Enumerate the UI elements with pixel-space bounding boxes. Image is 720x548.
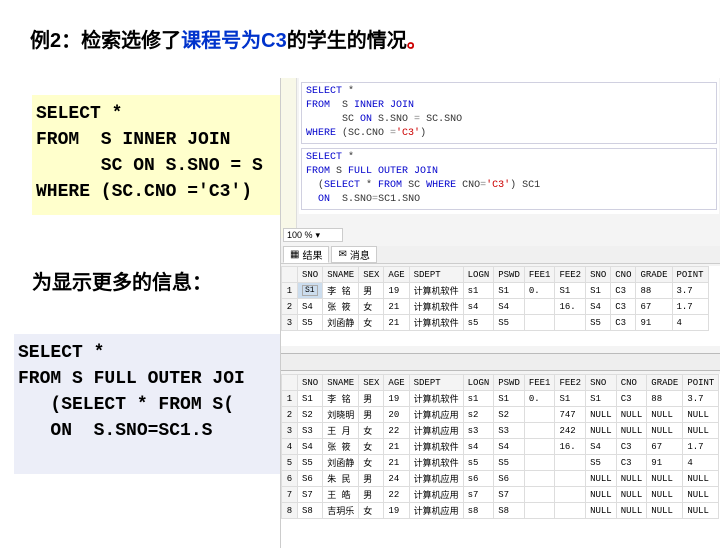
tab-messages[interactable]: ✉ 消息 (331, 246, 376, 263)
sql-ide-panel: SELECT * FROM S INNER JOIN SC ON S.SNO =… (280, 78, 720, 548)
table-row[interactable]: 8S8吉玥乐女19计算机应用s8S8NULLNULLNULLNULL (282, 503, 719, 519)
table-row[interactable]: 6S6朱 民男24计算机应用s6S6NULLNULLNULLNULL (282, 471, 719, 487)
col-header[interactable]: SNAME (323, 267, 359, 283)
col-header[interactable]: FEE1 (524, 375, 555, 391)
result-tabs: ▦ 结果 ✉ 消息 (281, 246, 720, 264)
grid-separator[interactable] (281, 353, 720, 371)
tab-label: 消息 (350, 247, 370, 262)
message-icon: ✉ (338, 249, 346, 260)
sql-statement-1[interactable]: SELECT * FROM S INNER JOIN SC ON S.SNO =… (301, 82, 717, 144)
col-header[interactable]: FEE2 (555, 375, 586, 391)
col-header[interactable]: GRADE (636, 267, 672, 283)
table-row[interactable]: 1S1李 铭男19计算机软件s1S10.S1S1C3883.7 (282, 391, 719, 407)
table-row[interactable]: 3S5刘函静女21计算机软件s5S5S5C3914 (282, 315, 709, 331)
col-header[interactable]: GRADE (647, 375, 683, 391)
sql-code-block-1: SELECT * FROM S INNER JOIN SC ON S.SNO =… (32, 95, 280, 215)
col-header[interactable]: PSWD (494, 267, 525, 283)
tab-results[interactable]: ▦ 结果 (283, 246, 329, 263)
col-header[interactable]: PSWD (494, 375, 525, 391)
sql-editor[interactable]: SELECT * FROM S INNER JOIN SC ON S.SNO =… (299, 78, 719, 214)
col-header[interactable]: CNO (611, 267, 636, 283)
col-header[interactable]: CNO (616, 375, 647, 391)
grid-icon: ▦ (290, 249, 299, 260)
col-header[interactable]: POINT (683, 375, 719, 391)
col-header[interactable]: SNO (586, 267, 611, 283)
col-header[interactable]: SEX (359, 375, 384, 391)
col-header[interactable]: FEE2 (555, 267, 586, 283)
table-row[interactable]: 1S1李 铭男19计算机软件s1S10.S1S1C3883.7 (282, 283, 709, 299)
example-title: 例2：检索选修了课程号为C3的学生的情况。 (30, 24, 427, 53)
col-header[interactable]: FEE1 (524, 267, 555, 283)
mid-caption: 为显示更多的信息： (32, 266, 212, 295)
col-header[interactable]: AGE (384, 375, 409, 391)
result-grid-2[interactable]: SNOSNAMESEXAGESDEPTLOGNPSWDFEE1FEE2SNOCN… (281, 374, 720, 548)
col-header[interactable]: SEX (359, 267, 384, 283)
zoom-value: 100 % (287, 230, 313, 240)
col-header[interactable]: LOGN (463, 375, 494, 391)
zoom-control[interactable]: 100 % ▾ (283, 228, 343, 242)
sql-statement-2[interactable]: SELECT * FROM S FULL OUTER JOIN (SELECT … (301, 148, 717, 210)
tab-label: 结果 (302, 247, 322, 262)
col-header[interactable]: POINT (672, 267, 708, 283)
chevron-down-icon[interactable]: ▾ (316, 230, 321, 241)
col-header[interactable]: SDEPT (409, 267, 463, 283)
sql-code-block-2: SELECT * FROM S FULL OUTER JOI (SELECT *… (14, 334, 282, 474)
col-header[interactable]: AGE (384, 267, 409, 283)
editor-gutter (281, 78, 297, 238)
table-row[interactable]: 4S4张 筱女21计算机软件s4S416.S4C3671.7 (282, 439, 719, 455)
table-row[interactable]: 7S7王 皓男22计算机应用s7S7NULLNULLNULLNULL (282, 487, 719, 503)
col-header[interactable]: LOGN (463, 267, 494, 283)
col-header[interactable]: SNAME (323, 375, 359, 391)
col-header[interactable]: SNO (298, 267, 323, 283)
table-row[interactable]: 5S5刘函静女21计算机软件s5S5S5C3914 (282, 455, 719, 471)
col-header[interactable]: SNO (298, 375, 323, 391)
col-header[interactable]: SDEPT (409, 375, 463, 391)
col-header[interactable]: SNO (586, 375, 617, 391)
table-row[interactable]: 2S2刘晓明男20计算机应用s2S2747NULLNULLNULLNULL (282, 407, 719, 423)
table-row[interactable]: 3S3王 月女22计算机应用s3S3242NULLNULLNULLNULL (282, 423, 719, 439)
table-row[interactable]: 2S4张 筱女21计算机软件s4S416.S4C3671.7 (282, 299, 709, 315)
result-grid-1[interactable]: SNOSNAMESEXAGESDEPTLOGNPSWDFEE1FEE2SNOCN… (281, 266, 720, 346)
